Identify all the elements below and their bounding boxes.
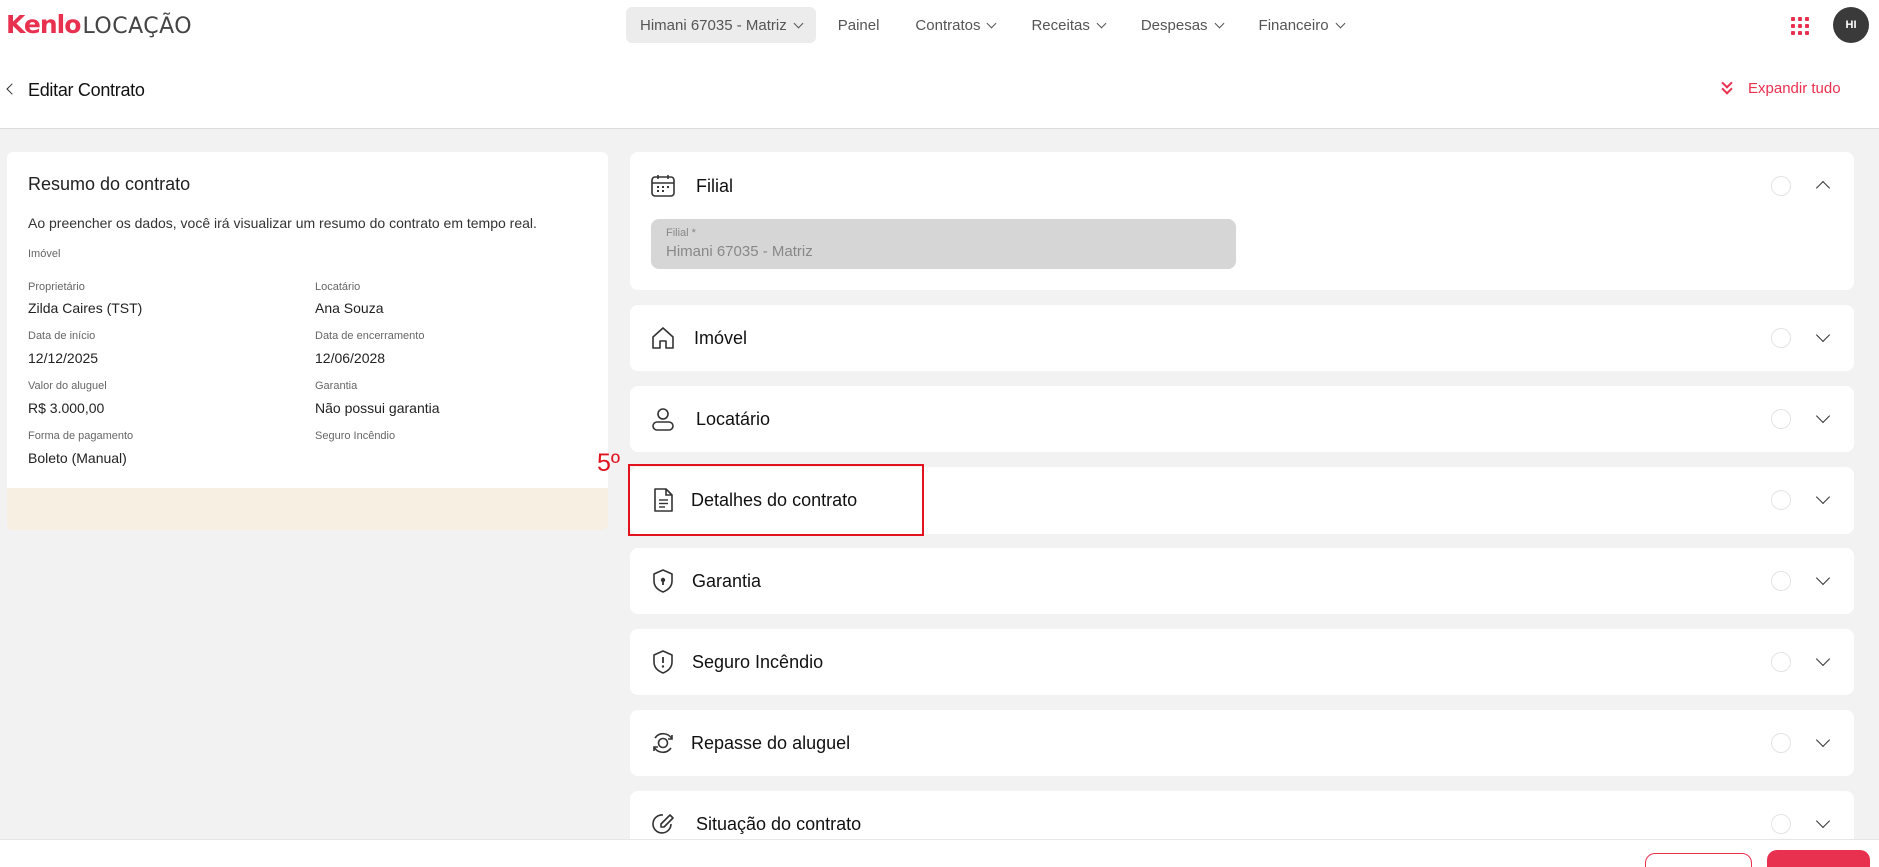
back-arrow-icon[interactable]	[6, 83, 18, 95]
calendar-icon	[651, 175, 675, 197]
rent-label: Valor do aluguel	[28, 380, 107, 392]
payment-label: Forma de pagamento	[28, 430, 134, 442]
chevron-down-icon	[1096, 18, 1107, 28]
nav-contratos-label: Contratos	[915, 16, 981, 34]
section-repasse-aluguel[interactable]: Repasse do aluguel	[630, 710, 1854, 776]
nav-despesas-label: Despesas	[1140, 16, 1208, 34]
chevron-down-icon[interactable]	[1815, 408, 1831, 424]
chevron-down-icon[interactable]	[1815, 813, 1831, 829]
end-date-value: 12/06/2028	[315, 350, 386, 366]
chevron-down-icon	[1214, 18, 1224, 28]
app-logo[interactable]: Kenlo LOCAÇÃO	[6, 10, 192, 40]
logo-product: LOCAÇÃO	[82, 14, 193, 39]
chevron-up-icon[interactable]	[1815, 180, 1831, 196]
nav-financeiro[interactable]: Financeiro	[1245, 7, 1358, 43]
filial-field-label: Filial *	[666, 227, 696, 239]
branch-label: Himani 67035 - Matriz	[640, 16, 787, 34]
status-circle-icon	[1771, 814, 1791, 834]
section-situacao-title: Situação do contrato	[696, 814, 862, 834]
step-annotation-label: 5º	[597, 449, 621, 477]
expand-all-label: Expandir tudo	[1748, 80, 1841, 97]
logo-brand: Kenlo	[6, 10, 81, 39]
nav-financeiro-label: Financeiro	[1258, 16, 1329, 34]
tenant-label: Locatário	[315, 281, 361, 293]
nav-despesas[interactable]: Despesas	[1127, 7, 1237, 43]
owner-value: Zilda Caires (TST)	[28, 300, 143, 316]
summary-footer	[7, 488, 608, 530]
payment-value: Boleto (Manual)	[28, 450, 127, 466]
nav-painel-label: Painel	[837, 16, 880, 34]
end-date-label: Data de encerramento	[315, 330, 425, 342]
rent-value: R$ 3.000,00	[28, 400, 105, 416]
apps-grid-icon[interactable]	[1791, 17, 1809, 35]
edit-circle-icon	[652, 814, 674, 834]
tenant-value: Ana Souza	[315, 300, 384, 316]
user-icon	[652, 408, 674, 431]
section-locatario-title: Locatário	[696, 409, 771, 429]
property-label: Imóvel	[28, 248, 61, 260]
page-header: Editar Contrato Expandir tudo	[0, 50, 1879, 129]
chevron-down-icon	[1335, 18, 1346, 28]
section-seguro-incendio[interactable]: Seguro Incêndio	[630, 629, 1854, 695]
section-imovel[interactable]: Imóvel	[630, 305, 1854, 371]
status-circle-icon	[1771, 652, 1791, 672]
chevron-down-icon[interactable]	[1815, 327, 1831, 343]
status-circle-icon	[1771, 176, 1791, 196]
nav-painel[interactable]: Painel	[824, 7, 894, 43]
section-imovel-title: Imóvel	[694, 328, 748, 348]
section-garantia-title: Garantia	[692, 571, 762, 591]
contract-summary-card: Resumo do contrato Ao preencher os dados…	[7, 152, 608, 530]
insurance-label: Seguro Incêndio	[315, 430, 396, 442]
branch-selector[interactable]: Himani 67035 - Matriz	[626, 7, 816, 43]
start-date-label: Data de início	[28, 330, 96, 342]
status-circle-icon	[1771, 490, 1791, 510]
nav-receitas-label: Receitas	[1031, 16, 1090, 34]
shield-alert-icon	[653, 650, 673, 674]
status-circle-icon	[1771, 733, 1791, 753]
chevron-down-icon	[793, 18, 804, 28]
secondary-action-button[interactable]	[1645, 853, 1752, 867]
status-circle-icon	[1771, 571, 1791, 591]
chevron-down-icon	[987, 18, 997, 28]
expand-all-button[interactable]: Expandir tudo	[1720, 76, 1841, 97]
home-icon	[652, 327, 674, 349]
chevron-down-icon[interactable]	[1815, 570, 1831, 586]
section-filial[interactable]: Filial Filial * Himani 67035 - Matriz	[630, 152, 1854, 290]
main-nav: Himani 67035 - Matriz Painel Contratos R…	[626, 7, 1366, 43]
status-circle-icon	[1771, 328, 1791, 348]
section-seguro-title: Seguro Incêndio	[692, 652, 824, 672]
section-filial-title: Filial	[696, 176, 734, 196]
shield-lock-icon	[653, 569, 673, 593]
section-garantia[interactable]: Garantia	[630, 548, 1854, 614]
guarantee-label: Garantia	[315, 380, 358, 392]
bottom-action-bar	[0, 839, 1879, 867]
guarantee-value: Não possui garantia	[315, 400, 440, 416]
status-circle-icon	[1771, 409, 1791, 429]
avatar[interactable]: HI	[1833, 7, 1869, 43]
section-locatario[interactable]: Locatário	[630, 386, 1854, 452]
step-highlight-box	[628, 464, 924, 536]
owner-label: Proprietário	[28, 281, 85, 293]
chevron-down-icon[interactable]	[1815, 651, 1831, 667]
page-title: Editar Contrato	[28, 80, 145, 100]
section-repasse-title: Repasse do aluguel	[691, 733, 851, 753]
summary-description: Ao preencher os dados, você irá visualiz…	[28, 215, 537, 231]
filial-field-value: Himani 67035 - Matriz	[666, 243, 813, 260]
nav-contratos[interactable]: Contratos	[901, 7, 1009, 43]
top-bar: Kenlo LOCAÇÃO Himani 67035 - Matriz Pain…	[0, 0, 1879, 50]
primary-action-button[interactable]	[1767, 850, 1870, 867]
start-date-value: 12/12/2025	[28, 350, 99, 366]
summary-title: Resumo do contrato	[28, 174, 191, 194]
filial-field[interactable]: Filial * Himani 67035 - Matriz	[651, 219, 1236, 269]
chevron-down-icon[interactable]	[1815, 489, 1831, 505]
nav-receitas[interactable]: Receitas	[1017, 7, 1118, 43]
chevron-down-icon[interactable]	[1815, 732, 1831, 748]
money-transfer-icon	[653, 732, 673, 754]
double-chevron-down-icon	[1720, 76, 1736, 97]
